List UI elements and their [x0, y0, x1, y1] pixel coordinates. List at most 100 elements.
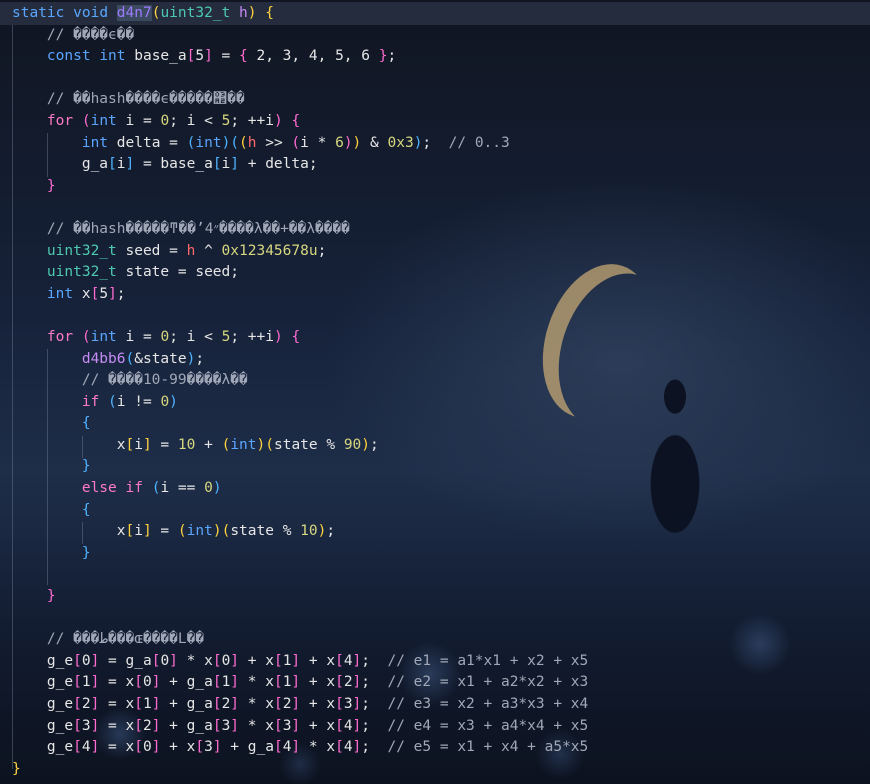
code-line[interactable]: [0, 564, 870, 586]
code-token: +: [195, 436, 222, 453]
code-token: g_a: [12, 156, 109, 173]
code-token: 3: [204, 739, 213, 756]
code-token: ]: [169, 652, 178, 669]
code-line[interactable]: uint32_t seed = h ^ 0x12345678u;: [0, 241, 870, 263]
code-line[interactable]: {: [0, 500, 870, 522]
code-line[interactable]: {: [0, 413, 870, 435]
code-line[interactable]: const int base_a[5] = { 2, 3, 4, 5, 6 };: [0, 46, 870, 68]
code-token: ]: [291, 674, 301, 691]
code-line[interactable]: [0, 68, 870, 90]
code-line[interactable]: uint32_t state = seed;: [0, 262, 870, 284]
code-token: + g_a: [160, 674, 213, 691]
code-token: ]: [352, 717, 362, 734]
code-token: [: [195, 739, 205, 756]
code-token: int: [99, 48, 126, 65]
code-token: (: [265, 436, 274, 453]
code-line[interactable]: // ��hash����ϵ�����΢��: [0, 89, 870, 111]
code-token: g_e: [12, 674, 74, 691]
code-token: // ����10-99����λ��: [12, 372, 248, 389]
code-line[interactable]: static void d4n7(uint32_t h) {: [0, 3, 870, 25]
code-line[interactable]: }: [0, 456, 870, 478]
code-token: = x: [99, 696, 135, 712]
code-line[interactable]: g_e[0] = g_a[0] * x[0] + x[1] + x[4]; //…: [0, 651, 870, 673]
code-token: 0: [204, 480, 213, 497]
code-token: ): [361, 436, 371, 453]
code-token: // ��hash�����ͳ��ʼ״4����λ��+��λ����: [12, 220, 350, 237]
code-line[interactable]: g_e[4] = x[0] + x[3] + g_a[4] * x[4]; //…: [0, 737, 870, 759]
code-line[interactable]: g_e[1] = x[0] + g_a[1] * x[1] + x[2]; //…: [0, 672, 870, 694]
code-token: * x: [239, 674, 274, 691]
code-line[interactable]: if (i != 0): [0, 392, 870, 414]
code-line[interactable]: // ���ط���ɶ����L��: [0, 629, 870, 651]
code-line[interactable]: g_e[2] = x[1] + g_a[2] * x[2] + x[3]; //…: [0, 694, 870, 716]
code-line[interactable]: for (int i = 0; i < 5; ++i) {: [0, 327, 870, 349]
code-line[interactable]: }: [0, 759, 870, 781]
code-token: {: [291, 112, 301, 129]
code-token: // ����ϵ��: [12, 26, 135, 43]
code-line[interactable]: int x[5];: [0, 284, 870, 306]
code-line[interactable]: x[i] = (int)(state % 10);: [0, 521, 870, 543]
code-token: [: [73, 739, 82, 756]
code-token: 2: [343, 674, 353, 691]
code-token: ]: [90, 674, 100, 691]
code-line[interactable]: }: [0, 543, 870, 565]
code-token: 2: [142, 717, 152, 734]
code-token: base_a: [125, 48, 187, 65]
code-line[interactable]: // ����ϵ��: [0, 25, 870, 47]
code-line[interactable]: for (int i = 0; i < 5; ++i) {: [0, 111, 870, 133]
code-token: ]: [352, 739, 362, 756]
code-token: [: [335, 696, 344, 712]
code-line[interactable]: [0, 197, 870, 219]
code-token: uint32_t: [160, 5, 231, 21]
code-token: ]: [352, 696, 362, 712]
code-token: ]: [291, 652, 301, 669]
code-line[interactable]: }: [0, 176, 870, 198]
code-line[interactable]: d4bb6(&state);: [0, 349, 870, 371]
code-token: [: [335, 674, 344, 691]
code-token: + x: [160, 739, 196, 756]
code-line[interactable]: int delta = (int)((h >> (i * 6)) & 0x3);…: [0, 133, 870, 155]
code-token: + x: [239, 652, 274, 669]
code-token: ;: [361, 674, 388, 691]
code-line[interactable]: [0, 608, 870, 630]
code-token: ;: [422, 134, 449, 151]
code-token: // e2 = x1 + a2*x2 + x3: [387, 674, 589, 691]
code-token: ;: [116, 285, 126, 302]
code-token: if: [81, 393, 100, 410]
code-token: ;: [326, 523, 336, 540]
code-token: 5: [221, 328, 231, 345]
code-token: ]: [230, 156, 240, 173]
code-token: [: [335, 717, 344, 734]
code-token: [: [134, 696, 143, 712]
code-line[interactable]: [0, 305, 870, 327]
code-line[interactable]: }: [0, 586, 870, 608]
code-editor[interactable]: static void d4n7(uint32_t h) { // ����ϵ�…: [0, 3, 870, 780]
code-token: delta =: [108, 134, 187, 151]
code-token: + g_a: [160, 696, 213, 712]
code-token: g_e: [12, 652, 74, 669]
code-token: [: [73, 696, 82, 712]
code-token: [: [108, 156, 117, 173]
code-token: * x: [177, 652, 213, 669]
code-token: 4: [343, 717, 353, 734]
code-line[interactable]: g_e[3] = x[2] + g_a[3] * x[3] + x[4]; //…: [0, 716, 870, 738]
code-token: int: [90, 112, 117, 129]
code-token: 6: [335, 134, 344, 151]
code-line[interactable]: g_a[i] = base_a[i] + delta;: [0, 154, 870, 176]
code-token: ): [221, 134, 231, 151]
code-token: (: [81, 328, 91, 345]
code-line[interactable]: // ��hash�����ͳ��ʼ״4����λ��+��λ����: [0, 219, 870, 241]
code-line[interactable]: else if (i == 0): [0, 478, 870, 500]
code-token: // ���ط���ɶ����L��: [12, 631, 205, 648]
code-token: ]: [291, 717, 301, 734]
code-token: }: [81, 544, 91, 561]
code-line[interactable]: // ����10-99����λ��: [0, 370, 870, 392]
code-line[interactable]: x[i] = 10 + (int)(state % 90);: [0, 435, 870, 457]
